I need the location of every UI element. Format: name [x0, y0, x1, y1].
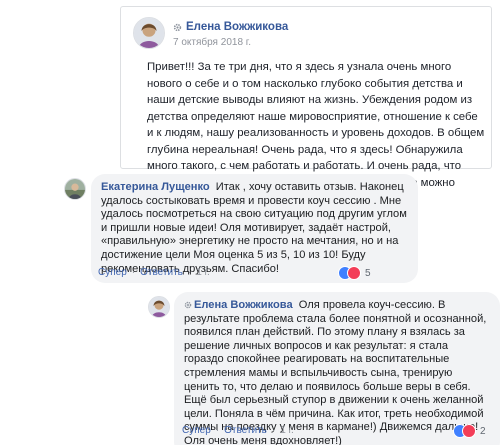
reaction-count: 2	[480, 426, 486, 437]
post-author-name[interactable]: Елена Вожжикова	[186, 21, 288, 33]
like-button[interactable]: Супер	[182, 425, 211, 436]
comment-reactions[interactable]: 5	[338, 266, 371, 281]
post-date[interactable]: 7 октября 2018 г.	[173, 37, 288, 48]
reply-button[interactable]: Ответить	[140, 267, 183, 278]
comment-time[interactable]: 1 г.	[196, 267, 210, 278]
comment-author-name[interactable]: Елена Вожжикова	[194, 299, 293, 311]
comment-author-avatar[interactable]	[148, 296, 170, 318]
separator: ·	[187, 267, 192, 278]
reaction-icons	[453, 424, 477, 439]
comment-bubble: Елена Вожжикова Оля провела коуч-сессию.…	[174, 292, 500, 445]
like-button[interactable]: Супер	[98, 267, 127, 278]
reply-button[interactable]: Ответить	[224, 425, 267, 436]
reaction-count: 5	[365, 268, 371, 279]
comment-actions: Супер · Ответить · 1 г.	[98, 267, 210, 278]
comment-author-name[interactable]: Екатерина Лущенко	[101, 181, 210, 193]
comment-text: Итак , хочу оставить отзыв. Наконец удал…	[101, 181, 407, 275]
love-reaction-icon	[462, 424, 476, 438]
gear-icon	[173, 23, 182, 31]
post-card: Елена Вожжикова 7 октября 2018 г. Привет…	[120, 6, 492, 205]
avatar-image-icon	[149, 297, 169, 317]
comment-author-avatar[interactable]	[64, 178, 86, 200]
love-reaction-icon	[347, 266, 361, 280]
post-author-avatar[interactable]	[133, 17, 165, 49]
comment-text: Оля провела коуч-сессию. В результате пр…	[184, 299, 487, 445]
post-header: Елена Вожжикова 7 октября 2018 г.	[173, 21, 288, 48]
separator: ·	[271, 425, 276, 436]
comment-reactions[interactable]: 2	[453, 424, 486, 439]
separator: ·	[131, 267, 136, 278]
comment-time[interactable]: 1 г.	[280, 425, 294, 436]
reaction-icons	[338, 266, 362, 281]
avatar-image-icon	[134, 18, 164, 48]
gear-icon	[184, 301, 192, 309]
comment-actions: Супер · Ответить · 1 г.	[182, 425, 294, 436]
avatar-image-icon	[65, 179, 85, 199]
separator: ·	[215, 425, 220, 436]
